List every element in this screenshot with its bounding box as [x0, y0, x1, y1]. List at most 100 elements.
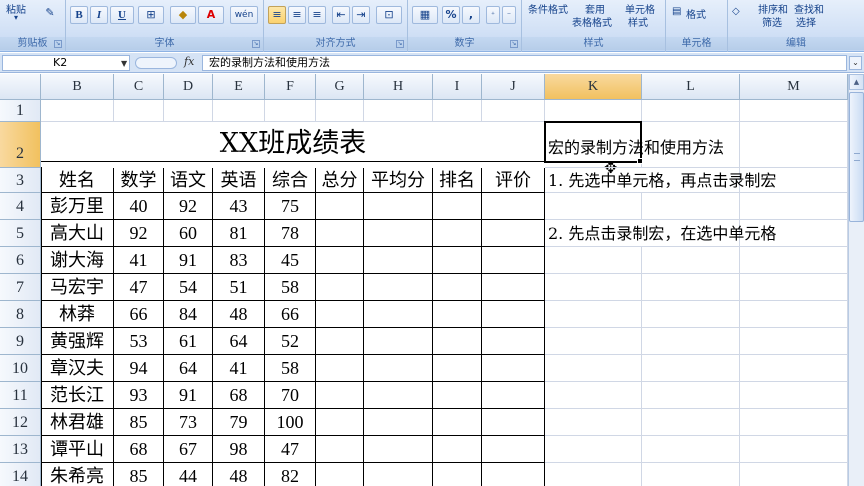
row-header-5[interactable]: 5 — [0, 220, 41, 247]
cell-G9[interactable] — [316, 328, 364, 355]
cell-D13[interactable]: 67 — [164, 436, 213, 463]
fill-color-icon[interactable]: ◆ — [170, 6, 196, 24]
cell-K8[interactable] — [545, 301, 642, 328]
italic-button[interactable]: I — [90, 6, 108, 24]
row-header-7[interactable]: 7 — [0, 274, 41, 301]
cell-E7[interactable]: 51 — [213, 274, 265, 301]
cell-G13[interactable] — [316, 436, 364, 463]
cell-B5[interactable]: 高大山 — [41, 220, 114, 247]
cell-E8[interactable]: 48 — [213, 301, 265, 328]
cell-L11[interactable] — [642, 382, 740, 409]
cell-M12[interactable] — [740, 409, 848, 436]
cell-G8[interactable] — [316, 301, 364, 328]
cell-J6[interactable] — [482, 247, 545, 274]
cell-K9[interactable] — [545, 328, 642, 355]
cell-K10[interactable] — [545, 355, 642, 382]
cell-M11[interactable] — [740, 382, 848, 409]
cell-H14[interactable] — [364, 463, 433, 486]
row-header-13[interactable]: 13 — [0, 436, 41, 463]
row-header-9[interactable]: 9 — [0, 328, 41, 355]
align-right-icon[interactable]: ≡ — [308, 6, 326, 24]
cell-B10[interactable]: 章汉夫 — [41, 355, 114, 382]
clear-icon[interactable]: ◇ — [732, 6, 740, 17]
row-header-4[interactable]: 4 — [0, 193, 41, 220]
phonetic-button[interactable]: wén — [230, 6, 258, 24]
cell-K2-text[interactable]: 宏的录制方法和使用方法 — [545, 122, 724, 168]
cell-F7[interactable]: 58 — [265, 274, 316, 301]
formula-input[interactable]: 宏的录制方法和使用方法 — [202, 55, 847, 71]
bold-button[interactable]: B — [70, 6, 88, 24]
cell-J7[interactable] — [482, 274, 545, 301]
cell-C11[interactable]: 93 — [114, 382, 164, 409]
cell-K12[interactable] — [545, 409, 642, 436]
name-box[interactable]: K2 — [2, 55, 130, 71]
cell-E10[interactable]: 41 — [213, 355, 265, 382]
cell-I4[interactable] — [433, 193, 482, 220]
cell-B9[interactable]: 黄强辉 — [41, 328, 114, 355]
comma-button[interactable]: , — [462, 6, 480, 24]
cell-L6[interactable] — [642, 247, 740, 274]
cell-B4[interactable]: 彭万里 — [41, 193, 114, 220]
cell-D11[interactable]: 91 — [164, 382, 213, 409]
cell-E14[interactable]: 48 — [213, 463, 265, 486]
cell-H13[interactable] — [364, 436, 433, 463]
expand-formula-bar-icon[interactable]: ⌄ — [849, 56, 862, 70]
row-header-12[interactable]: 12 — [0, 409, 41, 436]
format-cells-icon[interactable]: ▤ — [672, 6, 681, 17]
column-header-J[interactable]: J — [482, 74, 545, 100]
cell-B6[interactable]: 谢大海 — [41, 247, 114, 274]
cell-D4[interactable]: 92 — [164, 193, 213, 220]
underline-button[interactable]: U — [110, 6, 134, 24]
cell-E12[interactable]: 79 — [213, 409, 265, 436]
cell-D5[interactable]: 60 — [164, 220, 213, 247]
cell-C12[interactable]: 85 — [114, 409, 164, 436]
cell-B13[interactable]: 谭平山 — [41, 436, 114, 463]
format-button[interactable]: 格式 — [686, 6, 706, 21]
align-center-icon[interactable]: ≡ — [288, 6, 306, 24]
cell-C13[interactable]: 68 — [114, 436, 164, 463]
cell-C8[interactable]: 66 — [114, 301, 164, 328]
cell-G10[interactable] — [316, 355, 364, 382]
cell-D3[interactable]: 语文 — [164, 168, 213, 193]
cell-H8[interactable] — [364, 301, 433, 328]
cell-F5[interactable]: 78 — [265, 220, 316, 247]
column-header-K[interactable]: K — [545, 74, 642, 100]
cell-I14[interactable] — [433, 463, 482, 486]
align-left-icon[interactable]: ≡ — [268, 6, 286, 24]
cell-D1[interactable] — [164, 100, 213, 122]
cell-J8[interactable] — [482, 301, 545, 328]
cell-K6[interactable] — [545, 247, 642, 274]
worksheet-grid[interactable]: BCDEFGHIJKLM 1 2 3 4 5 6 7 8 9 10 11 12 13 14 姓名 数学 语文英… — [0, 74, 848, 486]
cell-J12[interactable] — [482, 409, 545, 436]
insert-function-button[interactable]: fx — [184, 55, 194, 68]
column-header-D[interactable]: D — [164, 74, 213, 100]
cell-L1[interactable] — [642, 100, 740, 122]
cell-F11[interactable]: 70 — [265, 382, 316, 409]
cell-I6[interactable] — [433, 247, 482, 274]
cell-L14[interactable] — [642, 463, 740, 486]
cell-M13[interactable] — [740, 436, 848, 463]
cell-L13[interactable] — [642, 436, 740, 463]
decrease-decimal-icon[interactable]: ⁻ — [502, 6, 516, 24]
cell-H5[interactable] — [364, 220, 433, 247]
cell-C7[interactable]: 47 — [114, 274, 164, 301]
row-header-1[interactable]: 1 — [0, 100, 41, 122]
sheet-title[interactable]: XX班成绩表 — [41, 122, 545, 162]
cell-C4[interactable]: 40 — [114, 193, 164, 220]
cell-B3[interactable]: 姓名 — [41, 168, 114, 193]
column-header-M[interactable]: M — [740, 74, 848, 100]
cell-M6[interactable] — [740, 247, 848, 274]
cell-G11[interactable] — [316, 382, 364, 409]
number-launcher-icon[interactable]: ↘ — [510, 40, 518, 48]
column-header-L[interactable]: L — [642, 74, 740, 100]
increase-indent-icon[interactable]: ⇥ — [352, 6, 370, 24]
cell-J1[interactable] — [482, 100, 545, 122]
cell-F3[interactable]: 综合 — [265, 168, 316, 193]
cell-G1[interactable] — [316, 100, 364, 122]
find-select-button[interactable]: 选择 — [796, 14, 816, 29]
cell-L9[interactable] — [642, 328, 740, 355]
cell-I12[interactable] — [433, 409, 482, 436]
cell-F6[interactable]: 45 — [265, 247, 316, 274]
cell-F9[interactable]: 52 — [265, 328, 316, 355]
cell-H4[interactable] — [364, 193, 433, 220]
